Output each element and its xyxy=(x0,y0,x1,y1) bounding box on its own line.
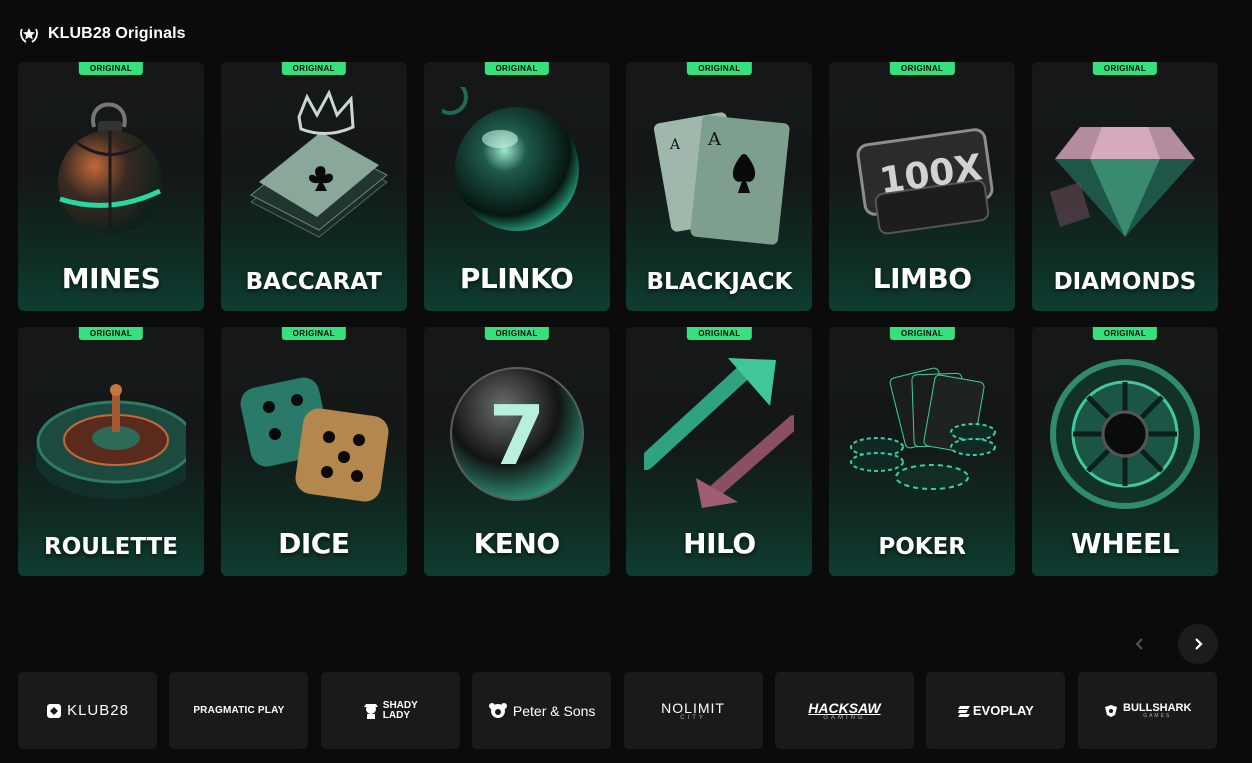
dice-icon xyxy=(221,337,407,527)
star-laurel-icon xyxy=(18,23,40,45)
evoplay-logo: EVOPLAY xyxy=(957,703,1034,718)
roulette-wheel-icon xyxy=(18,337,204,527)
game-name: ROULETTE xyxy=(44,534,178,560)
hacksaw-gaming-logo: HACKSAW GAMING xyxy=(808,699,881,721)
plinko-ball-icon xyxy=(424,72,610,262)
provider-row: KLUB28 PRAGMATIC PLAY SHADY LADY Peter &… xyxy=(18,672,1217,749)
shady-lady-logo: SHADY LADY xyxy=(363,700,418,721)
original-badge: ORIGINAL xyxy=(687,327,752,340)
original-badge: ORIGINAL xyxy=(78,327,144,340)
game-card-dice[interactable]: ORIGINAL DICE xyxy=(220,327,407,576)
game-name: WHEEL xyxy=(1071,527,1179,560)
game-name: HILO xyxy=(683,527,756,560)
game-name: MINES xyxy=(61,262,161,295)
klub28-logo: KLUB28 xyxy=(46,702,129,719)
provider-tile-klub28[interactable]: KLUB28 xyxy=(18,672,157,749)
game-card-diamonds[interactable]: ORIGINAL DIAMONDS xyxy=(1031,62,1218,311)
chevron-left-icon xyxy=(1135,638,1143,650)
section-header: KLUB28 Originals xyxy=(18,22,186,46)
game-card-poker[interactable]: ORIGINAL POKER xyxy=(829,327,1016,576)
diamond-icon xyxy=(1032,72,1218,262)
carousel-next-button[interactable] xyxy=(1178,624,1218,664)
crown-cards-icon xyxy=(221,72,407,262)
game-name: DIAMONDS xyxy=(1053,269,1197,295)
game-name: POKER xyxy=(878,534,967,560)
game-card-plinko[interactable]: ORIGINAL PLINKO xyxy=(423,62,610,311)
up-down-arrows-icon xyxy=(626,337,812,527)
keno-number-text: 7 xyxy=(488,389,545,484)
game-name: BLACKJACK xyxy=(646,269,793,295)
pragmatic-play-logo: PRAGMATIC PLAY xyxy=(193,705,285,716)
original-badge: ORIGINAL xyxy=(484,62,549,75)
carousel-prev-button[interactable] xyxy=(1120,624,1160,664)
game-card-baccarat[interactable]: ORIGINAL BACCARAT xyxy=(220,62,407,311)
game-card-hilo[interactable]: ORIGINAL HILO xyxy=(626,327,813,576)
game-name: PLINKO xyxy=(459,262,574,295)
provider-tile-nolimit-city[interactable]: NOLIMIT CITY xyxy=(623,672,763,749)
original-badge: ORIGINAL xyxy=(890,62,955,75)
game-card-mines[interactable]: ORIGINAL MINES xyxy=(18,62,204,311)
svg-text:A: A xyxy=(707,129,722,150)
game-card-keno[interactable]: ORIGINAL 7 KENO xyxy=(423,327,610,576)
svg-text:A: A xyxy=(669,137,681,153)
keno-ball-icon: 7 xyxy=(424,337,610,527)
game-name: KENO xyxy=(473,527,561,560)
section-title: KLUB28 Originals xyxy=(48,25,186,42)
game-name: LIMBO xyxy=(872,262,972,295)
game-name: DICE xyxy=(278,527,350,560)
mines-bomb-icon xyxy=(18,72,204,262)
originals-grid: ORIGINAL MINES ORIGINAL BACCARAT ORIGINA… xyxy=(18,62,1218,576)
provider-tile-shady-lady[interactable]: SHADY LADY xyxy=(320,672,460,749)
original-badge: ORIGINAL xyxy=(1092,62,1158,75)
chevron-right-icon xyxy=(1195,638,1203,650)
provider-tile-evoplay[interactable]: EVOPLAY xyxy=(926,672,1066,749)
original-badge: ORIGINAL xyxy=(890,327,955,340)
carousel-nav xyxy=(1120,624,1218,664)
original-badge: ORIGINAL xyxy=(281,327,346,340)
ace-cards-icon: A A xyxy=(626,72,812,262)
nolimit-city-logo: NOLIMIT CITY xyxy=(661,699,725,721)
peter-sons-logo: Peter & Sons xyxy=(488,702,595,720)
multiplier-plate-icon: 100X xyxy=(829,72,1015,262)
game-card-blackjack[interactable]: ORIGINAL A A BLACKJACK xyxy=(626,62,813,311)
provider-tile-bullshark-games[interactable]: BULLSHARK GAMES xyxy=(1077,672,1217,749)
bullshark-games-logo: BULLSHARK GAMES xyxy=(1103,702,1191,719)
original-badge: ORIGINAL xyxy=(1092,327,1158,340)
provider-tile-hacksaw-gaming[interactable]: HACKSAW GAMING xyxy=(774,672,914,749)
game-card-limbo[interactable]: ORIGINAL 100X LIMBO xyxy=(829,62,1016,311)
provider-tile-peter-sons[interactable]: Peter & Sons xyxy=(472,672,612,749)
original-badge: ORIGINAL xyxy=(281,62,346,75)
provider-tile-pragmatic-play[interactable]: PRAGMATIC PLAY xyxy=(169,672,309,749)
fortune-wheel-icon xyxy=(1032,337,1218,527)
game-card-wheel[interactable]: ORIGINAL WHEEL xyxy=(1031,327,1218,576)
game-card-roulette[interactable]: ORIGINAL ROULETTE xyxy=(18,327,204,576)
original-badge: ORIGINAL xyxy=(484,327,549,340)
original-badge: ORIGINAL xyxy=(687,62,752,75)
poker-chips-icon xyxy=(829,337,1015,527)
game-name: BACCARAT xyxy=(245,269,382,295)
original-badge: ORIGINAL xyxy=(78,62,144,75)
